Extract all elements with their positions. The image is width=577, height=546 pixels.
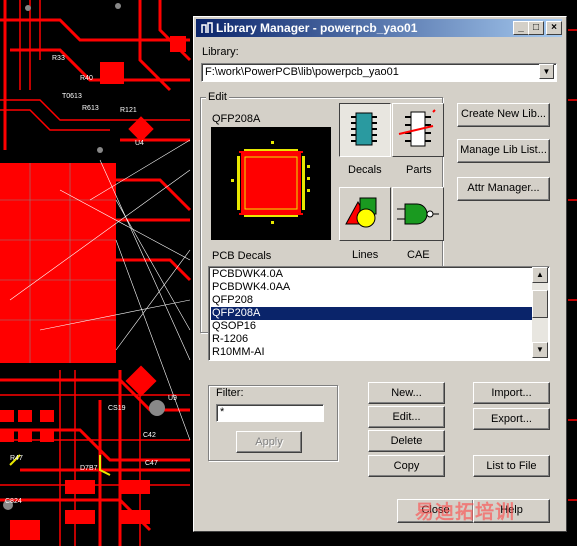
cae-label: CAE <box>407 249 430 261</box>
list-item[interactable]: QFP208 <box>211 294 534 307</box>
pcb-label: C42 <box>143 432 156 439</box>
parts-icon <box>398 109 436 147</box>
list-item[interactable]: R10MM-AI <box>211 346 534 359</box>
chip-icon <box>351 112 377 146</box>
pcb-label: R40 <box>80 75 93 82</box>
list-to-file-button[interactable]: List to File <box>473 455 550 477</box>
list-item[interactable]: R-1206 <box>211 333 534 346</box>
apply-button[interactable]: Apply <box>236 431 302 453</box>
edit-button[interactable]: Edit... <box>368 406 445 428</box>
preview-title: QFP208A <box>212 113 261 125</box>
close-icon[interactable]: × <box>546 21 562 35</box>
pcb-decals-list[interactable]: PCBDWK4.0A PCBDWK4.0AA QFP208 QFP208A QS… <box>208 266 550 361</box>
parts-button[interactable] <box>392 103 444 157</box>
scroll-thumb[interactable] <box>532 290 548 318</box>
export-button[interactable]: Export... <box>473 408 550 430</box>
and-gate-icon <box>397 203 439 225</box>
library-select[interactable]: F:\work\PowerPCB\lib\powerpcb_yao01 ▼ <box>201 63 557 82</box>
filter-value: * <box>220 406 225 418</box>
pcb-label: C47 <box>145 460 158 467</box>
pcb-label: R33 <box>52 55 65 62</box>
attr-manager-button[interactable]: Attr Manager... <box>457 177 550 201</box>
shapes-icon <box>345 197 377 228</box>
pcb-label: T0613 <box>62 93 82 100</box>
title-bar[interactable]: Library Manager - powerpcb_yao01 _ □ × <box>196 19 562 37</box>
library-path: F:\work\PowerPCB\lib\powerpcb_yao01 <box>205 66 399 78</box>
pcb-label: D7B7 <box>80 465 98 472</box>
window-title: Library Manager - powerpcb_yao01 <box>216 21 418 35</box>
maximize-button[interactable]: □ <box>528 21 544 35</box>
lines-button[interactable] <box>339 187 391 241</box>
list-item[interactable]: QSOP16 <box>211 320 534 333</box>
edit-group-label: Edit <box>206 91 229 103</box>
new-button[interactable]: New... <box>368 382 445 404</box>
pcb-label: U4 <box>135 140 144 147</box>
create-new-lib-button[interactable]: Create New Lib... <box>457 103 550 127</box>
library-label: Library: <box>202 46 239 58</box>
decal-preview <box>211 127 331 240</box>
scroll-up-icon[interactable]: ▲ <box>532 267 548 283</box>
library-manager-dialog: Library Manager - powerpcb_yao01 _ □ × L… <box>193 16 567 532</box>
pcb-label: R121 <box>120 107 137 114</box>
list-item[interactable]: PCBDWK4.0AA <box>211 281 534 294</box>
import-button[interactable]: Import... <box>473 382 550 404</box>
watermark: 易迪拓培训 <box>415 502 516 523</box>
delete-button[interactable]: Delete <box>368 430 445 452</box>
app-icon <box>201 22 213 33</box>
cae-button[interactable] <box>392 187 444 241</box>
pcb-label: CS19 <box>108 405 126 412</box>
list-label: PCB Decals <box>212 250 272 262</box>
pcb-label: R613 <box>82 105 99 112</box>
filter-input[interactable]: * <box>216 404 324 422</box>
pcb-label: U9 <box>168 395 177 402</box>
lines-label: Lines <box>352 249 379 261</box>
scrollbar[interactable]: ▲ ▼ <box>532 267 548 358</box>
list-item-selected[interactable]: QFP208A <box>211 307 534 320</box>
minimize-button[interactable]: _ <box>513 21 529 35</box>
copy-button[interactable]: Copy <box>368 455 445 477</box>
decals-button[interactable] <box>339 103 391 157</box>
manage-lib-list-button[interactable]: Manage Lib List... <box>457 139 550 163</box>
pcb-label: R47 <box>10 455 23 462</box>
parts-label: Parts <box>406 164 432 176</box>
decals-label: Decals <box>348 164 382 176</box>
chevron-down-icon[interactable]: ▼ <box>539 64 554 79</box>
scroll-down-icon[interactable]: ▼ <box>532 342 548 358</box>
filter-label: Filter: <box>216 387 244 399</box>
list-item[interactable]: PCBDWK4.0A <box>211 268 534 281</box>
pcb-label: C824 <box>5 498 22 505</box>
